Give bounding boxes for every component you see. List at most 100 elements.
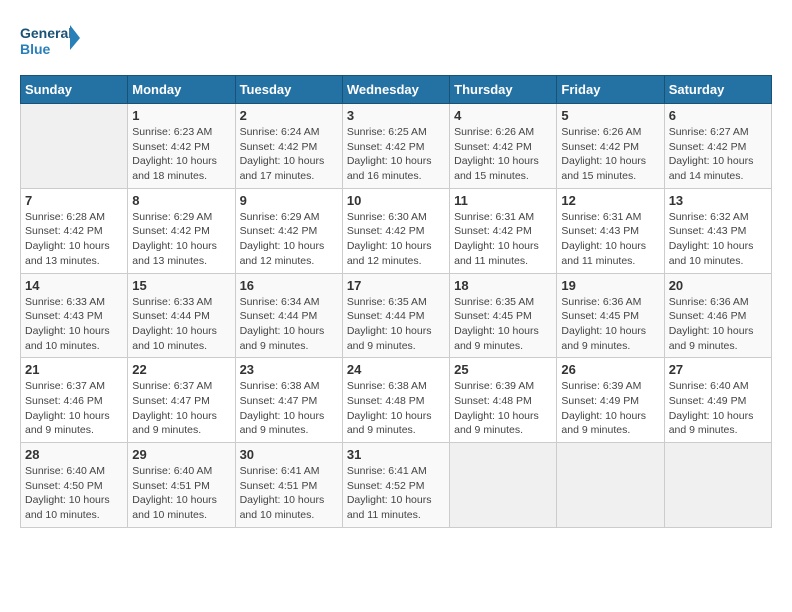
day-info: Sunrise: 6:41 AM Sunset: 4:51 PM Dayligh… <box>240 464 338 523</box>
day-info: Sunrise: 6:32 AM Sunset: 4:43 PM Dayligh… <box>669 210 767 269</box>
calendar-table: SundayMondayTuesdayWednesdayThursdayFrid… <box>20 75 772 528</box>
day-info: Sunrise: 6:41 AM Sunset: 4:52 PM Dayligh… <box>347 464 445 523</box>
day-of-week-header: Wednesday <box>342 76 449 104</box>
day-info: Sunrise: 6:30 AM Sunset: 4:42 PM Dayligh… <box>347 210 445 269</box>
calendar-cell: 2 Sunrise: 6:24 AM Sunset: 4:42 PM Daylig… <box>235 104 342 189</box>
day-of-week-header: Saturday <box>664 76 771 104</box>
day-of-week-header: Tuesday <box>235 76 342 104</box>
day-number: 4 <box>454 108 552 123</box>
day-info: Sunrise: 6:33 AM Sunset: 4:43 PM Dayligh… <box>25 295 123 354</box>
day-number: 10 <box>347 193 445 208</box>
calendar-cell: 14 Sunrise: 6:33 AM Sunset: 4:43 PM Dayli… <box>21 273 128 358</box>
day-number: 15 <box>132 278 230 293</box>
calendar-cell: 17Sunrise: 6:35 AM Sunset: 4:44 PM Dayli… <box>342 273 449 358</box>
calendar-week-row: 7Sunrise: 6:28 AM Sunset: 4:42 PM Daylig… <box>21 188 772 273</box>
calendar-cell: 7Sunrise: 6:28 AM Sunset: 4:42 PM Daylig… <box>21 188 128 273</box>
calendar-cell: 12 Sunrise: 6:31 AM Sunset: 4:43 PM Dayli… <box>557 188 664 273</box>
day-number: 31 <box>347 447 445 462</box>
day-info: Sunrise: 6:25 AM Sunset: 4:42 PM Dayligh… <box>347 125 445 184</box>
day-info: Sunrise: 6:33 AM Sunset: 4:44 PM Dayligh… <box>132 295 230 354</box>
day-info: Sunrise: 6:39 AM Sunset: 4:49 PM Dayligh… <box>561 379 659 438</box>
day-info: Sunrise: 6:31 AM Sunset: 4:43 PM Dayligh… <box>561 210 659 269</box>
day-number: 12 <box>561 193 659 208</box>
day-info: Sunrise: 6:39 AM Sunset: 4:48 PM Dayligh… <box>454 379 552 438</box>
calendar-cell: 15 Sunrise: 6:33 AM Sunset: 4:44 PM Dayli… <box>128 273 235 358</box>
day-of-week-header: Monday <box>128 76 235 104</box>
day-number: 14 <box>25 278 123 293</box>
calendar-cell: 4 Sunrise: 6:26 AM Sunset: 4:42 PM Daylig… <box>450 104 557 189</box>
day-info: Sunrise: 6:36 AM Sunset: 4:46 PM Dayligh… <box>669 295 767 354</box>
day-info: Sunrise: 6:29 AM Sunset: 4:42 PM Dayligh… <box>132 210 230 269</box>
day-info: Sunrise: 6:26 AM Sunset: 4:42 PM Dayligh… <box>454 125 552 184</box>
calendar-week-row: 21 Sunrise: 6:37 AM Sunset: 4:46 PM Dayli… <box>21 358 772 443</box>
calendar-cell: 8 Sunrise: 6:29 AM Sunset: 4:42 PM Daylig… <box>128 188 235 273</box>
calendar-header-row: SundayMondayTuesdayWednesdayThursdayFrid… <box>21 76 772 104</box>
day-number: 7 <box>25 193 123 208</box>
day-number: 13 <box>669 193 767 208</box>
day-info: Sunrise: 6:37 AM Sunset: 4:46 PM Dayligh… <box>25 379 123 438</box>
day-number: 16 <box>240 278 338 293</box>
day-number: 30 <box>240 447 338 462</box>
calendar-cell: 28 Sunrise: 6:40 AM Sunset: 4:50 PM Dayli… <box>21 443 128 528</box>
day-info: Sunrise: 6:26 AM Sunset: 4:42 PM Dayligh… <box>561 125 659 184</box>
day-info: Sunrise: 6:40 AM Sunset: 4:50 PM Dayligh… <box>25 464 123 523</box>
page-header: GeneralBlue <box>20 20 772 65</box>
day-number: 6 <box>669 108 767 123</box>
calendar-cell: 16 Sunrise: 6:34 AM Sunset: 4:44 PM Dayli… <box>235 273 342 358</box>
day-info: Sunrise: 6:29 AM Sunset: 4:42 PM Dayligh… <box>240 210 338 269</box>
calendar-cell: 23 Sunrise: 6:38 AM Sunset: 4:47 PM Dayli… <box>235 358 342 443</box>
day-number: 8 <box>132 193 230 208</box>
day-number: 20 <box>669 278 767 293</box>
day-number: 22 <box>132 362 230 377</box>
calendar-week-row: 28 Sunrise: 6:40 AM Sunset: 4:50 PM Dayli… <box>21 443 772 528</box>
day-info: Sunrise: 6:36 AM Sunset: 4:45 PM Dayligh… <box>561 295 659 354</box>
calendar-cell: 18Sunrise: 6:35 AM Sunset: 4:45 PM Dayli… <box>450 273 557 358</box>
calendar-cell: 11Sunrise: 6:31 AM Sunset: 4:42 PM Dayli… <box>450 188 557 273</box>
calendar-cell: 29 Sunrise: 6:40 AM Sunset: 4:51 PM Dayli… <box>128 443 235 528</box>
day-info: Sunrise: 6:24 AM Sunset: 4:42 PM Dayligh… <box>240 125 338 184</box>
day-number: 28 <box>25 447 123 462</box>
calendar-cell: 20 Sunrise: 6:36 AM Sunset: 4:46 PM Dayli… <box>664 273 771 358</box>
calendar-cell <box>450 443 557 528</box>
day-number: 18 <box>454 278 552 293</box>
calendar-cell: 6Sunrise: 6:27 AM Sunset: 4:42 PM Daylig… <box>664 104 771 189</box>
logo: GeneralBlue <box>20 20 80 65</box>
day-number: 21 <box>25 362 123 377</box>
calendar-cell: 13 Sunrise: 6:32 AM Sunset: 4:43 PM Dayli… <box>664 188 771 273</box>
day-info: Sunrise: 6:34 AM Sunset: 4:44 PM Dayligh… <box>240 295 338 354</box>
day-info: Sunrise: 6:35 AM Sunset: 4:44 PM Dayligh… <box>347 295 445 354</box>
day-info: Sunrise: 6:23 AM Sunset: 4:42 PM Dayligh… <box>132 125 230 184</box>
calendar-week-row: 1 Sunrise: 6:23 AM Sunset: 4:42 PM Daylig… <box>21 104 772 189</box>
calendar-cell: 22 Sunrise: 6:37 AM Sunset: 4:47 PM Dayli… <box>128 358 235 443</box>
svg-text:General: General <box>20 25 72 41</box>
day-number: 9 <box>240 193 338 208</box>
calendar-cell: 5Sunrise: 6:26 AM Sunset: 4:42 PM Daylig… <box>557 104 664 189</box>
day-number: 27 <box>669 362 767 377</box>
day-number: 2 <box>240 108 338 123</box>
calendar-cell: 19 Sunrise: 6:36 AM Sunset: 4:45 PM Dayli… <box>557 273 664 358</box>
calendar-cell: 10 Sunrise: 6:30 AM Sunset: 4:42 PM Dayli… <box>342 188 449 273</box>
calendar-cell: 21 Sunrise: 6:37 AM Sunset: 4:46 PM Dayli… <box>21 358 128 443</box>
day-number: 29 <box>132 447 230 462</box>
day-number: 3 <box>347 108 445 123</box>
day-number: 26 <box>561 362 659 377</box>
calendar-cell: 30 Sunrise: 6:41 AM Sunset: 4:51 PM Dayli… <box>235 443 342 528</box>
calendar-cell: 9 Sunrise: 6:29 AM Sunset: 4:42 PM Daylig… <box>235 188 342 273</box>
calendar-cell: 27 Sunrise: 6:40 AM Sunset: 4:49 PM Dayli… <box>664 358 771 443</box>
calendar-cell: 24Sunrise: 6:38 AM Sunset: 4:48 PM Dayli… <box>342 358 449 443</box>
day-info: Sunrise: 6:38 AM Sunset: 4:47 PM Dayligh… <box>240 379 338 438</box>
day-number: 11 <box>454 193 552 208</box>
day-number: 1 <box>132 108 230 123</box>
calendar-cell <box>21 104 128 189</box>
day-info: Sunrise: 6:40 AM Sunset: 4:49 PM Dayligh… <box>669 379 767 438</box>
day-info: Sunrise: 6:37 AM Sunset: 4:47 PM Dayligh… <box>132 379 230 438</box>
calendar-cell <box>557 443 664 528</box>
day-number: 25 <box>454 362 552 377</box>
day-info: Sunrise: 6:40 AM Sunset: 4:51 PM Dayligh… <box>132 464 230 523</box>
calendar-cell: 31 Sunrise: 6:41 AM Sunset: 4:52 PM Dayli… <box>342 443 449 528</box>
day-number: 19 <box>561 278 659 293</box>
logo-svg: GeneralBlue <box>20 20 80 65</box>
calendar-cell: 3 Sunrise: 6:25 AM Sunset: 4:42 PM Daylig… <box>342 104 449 189</box>
calendar-week-row: 14 Sunrise: 6:33 AM Sunset: 4:43 PM Dayli… <box>21 273 772 358</box>
day-number: 23 <box>240 362 338 377</box>
